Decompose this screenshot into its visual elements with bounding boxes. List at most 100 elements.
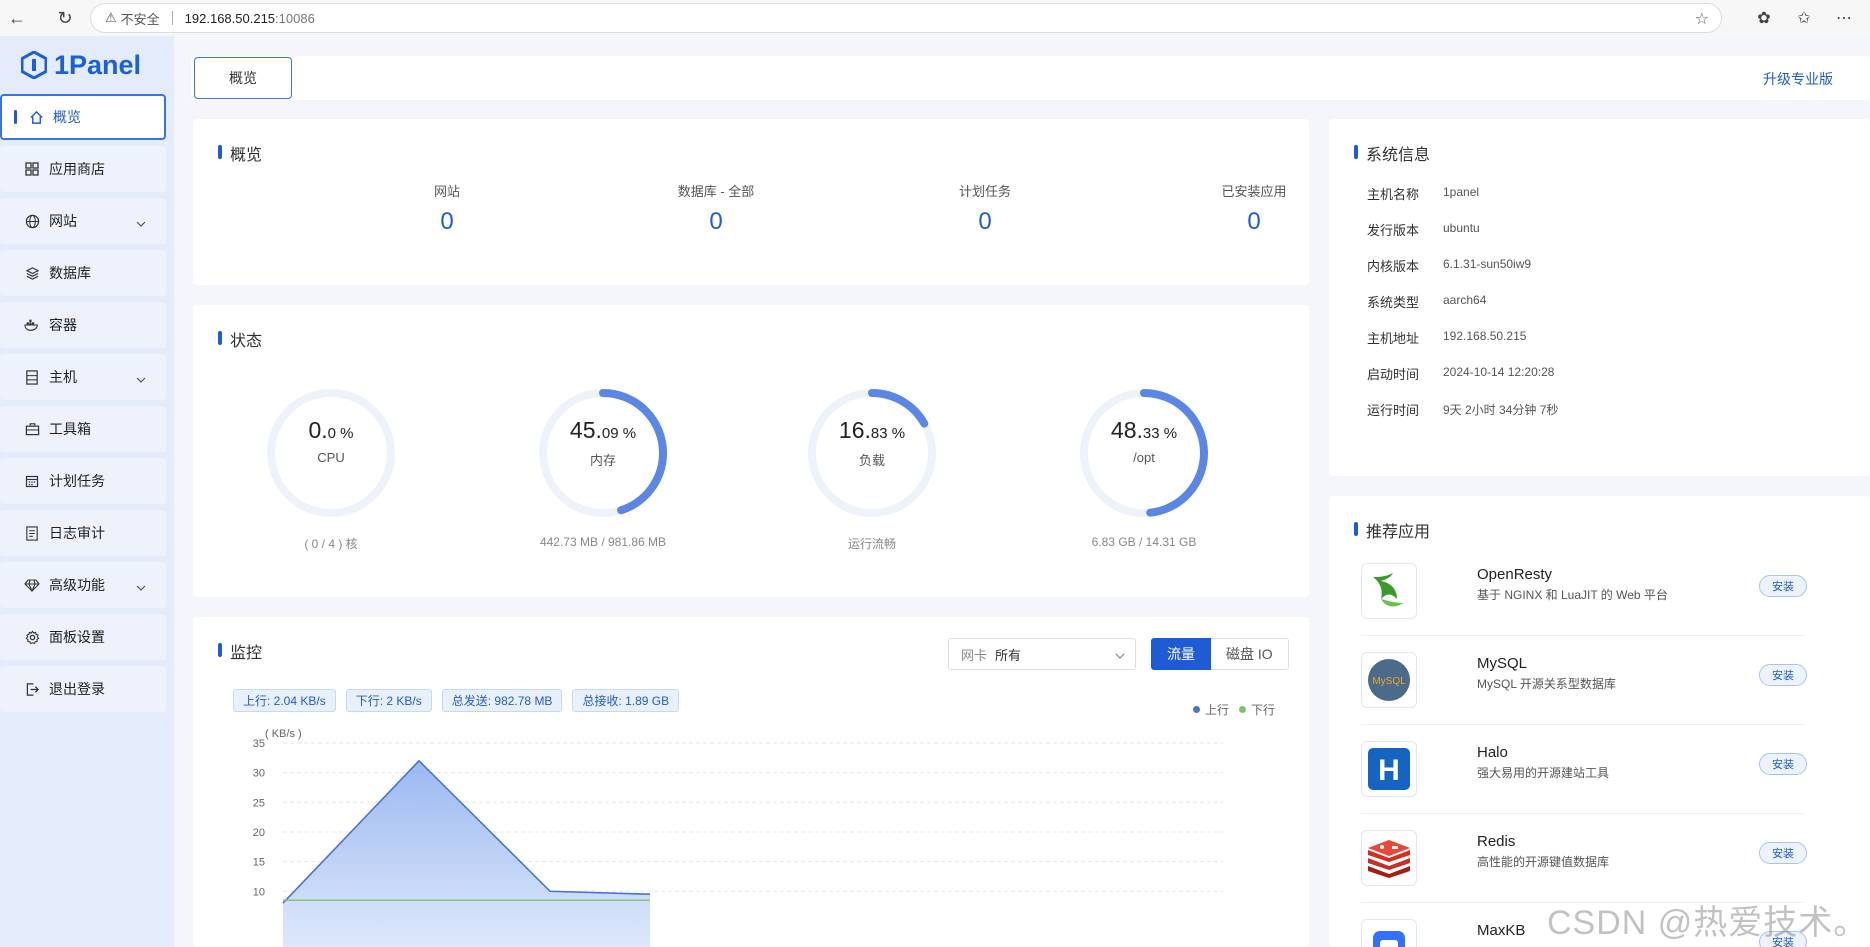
sidebar-item-logout[interactable]: 退出登录 [0, 666, 166, 712]
sysinfo-title: 系统信息 [1354, 141, 1430, 165]
sidebar-item-host[interactable]: 主机 [0, 354, 166, 400]
traffic-button[interactable]: 流量 [1151, 638, 1211, 670]
globe-icon [24, 213, 40, 229]
gauge-label: 负载 [858, 453, 885, 468]
sidebar-item-overview[interactable]: 概览 [0, 94, 166, 140]
grid-icon [24, 161, 40, 177]
install-button[interactable]: 安装 [1759, 575, 1807, 597]
gauge-load[interactable]: 16.83 % 负载 运行流畅 [802, 383, 942, 552]
sysinfo-row: 发行版本 ubuntu [1367, 221, 1480, 238]
sysinfo-row: 内核版本 6.1.31-sun50iw9 [1367, 257, 1532, 274]
openresty-icon [1361, 563, 1417, 619]
gauge-disk[interactable]: 48.33 % /opt 6.83 GB / 14.31 GB [1074, 383, 1214, 549]
sidebar-item-appstore[interactable]: 应用商店 [0, 146, 166, 192]
install-button[interactable]: 安装 [1759, 664, 1807, 686]
stat-upload-rate: 上行: 2.04 KB/s [233, 689, 336, 712]
sidebar-menu: 概览 应用商店 网站 数据库 容器 主机 工具箱 计划任务 日志审计 高级功能 … [0, 94, 174, 712]
home-icon [28, 109, 44, 125]
upgrade-pro-link[interactable]: 升级专业版 [1763, 69, 1833, 89]
install-button[interactable]: 安装 [1759, 753, 1807, 775]
sysinfo-row: 主机名称 1panel [1367, 185, 1480, 202]
logo-icon [20, 50, 48, 80]
apps-card: 推荐应用 OpenResty 基于 NGINX 和 LuaJIT 的 Web 平… [1329, 496, 1870, 947]
legend-up[interactable]: 上行 [1193, 701, 1229, 718]
gauge-label: 内存 [589, 453, 616, 468]
mysql-icon: MySQL [1361, 652, 1417, 708]
series-area-up [283, 760, 650, 947]
sidebar-item-toolbox[interactable]: 工具箱 [0, 406, 166, 452]
status-card: 状态 0.0 % CPU ( 0 / 4 ) 核 45.09 % 内存 442.… [193, 305, 1309, 597]
monitor-card: 监控 网卡 所有 流量 磁盘 IO 上行: 2.04 KB/s 下行: 2 KB… [193, 617, 1309, 947]
apps-title: 推荐应用 [1354, 518, 1430, 542]
calendar-icon [24, 473, 40, 489]
gear-icon [24, 629, 40, 645]
star-icon[interactable]: ☆ [1695, 9, 1709, 29]
redis-icon [1361, 830, 1417, 886]
gauge-value: 0.0 % [308, 417, 354, 443]
halo-icon: H [1361, 741, 1417, 797]
overview-cron[interactable]: 计划任务 0 [885, 181, 1085, 236]
y-tick-label: 10 [253, 886, 265, 898]
diamond-icon [24, 577, 40, 593]
sidebar-item-container[interactable]: 容器 [0, 302, 166, 348]
y-tick-label: 15 [253, 857, 265, 869]
svg-text:MySQL: MySQL [1372, 676, 1406, 687]
monitor-title: 监控 [218, 639, 262, 663]
svg-text:H: H [1378, 754, 1400, 787]
nic-select[interactable]: 网卡 所有 [948, 638, 1136, 670]
install-button[interactable]: 安装 [1759, 842, 1807, 864]
app-openresty: OpenResty 基于 NGINX 和 LuaJIT 的 Web 平台 安装 [1361, 548, 1807, 636]
gauge-footnote: 运行流畅 [847, 537, 896, 551]
gauge-footnote: 442.73 MB / 981.86 MB [539, 535, 667, 549]
sidebar-item-cron[interactable]: 计划任务 [0, 458, 166, 504]
layers-icon [24, 265, 40, 281]
browser-actions: ✿ ✩ ⋯ [1752, 3, 1870, 33]
overview-database[interactable]: 数据库 - 全部 0 [616, 181, 816, 236]
chevron-down-icon [136, 578, 146, 594]
address-bar[interactable]: ⚠ 不安全 192.168.50.215:10086 ☆ [90, 3, 1722, 33]
sidebar-item-database[interactable]: 数据库 [0, 250, 166, 296]
sidebar-item-advanced[interactable]: 高级功能 [0, 562, 166, 608]
y-tick-label: 35 [253, 738, 265, 750]
sysinfo-row: 启动时间 2024-10-14 12:20:28 [1367, 365, 1555, 382]
overview-card: 概览 网站 0 数据库 - 全部 0 计划任务 0 已安装应用 0 [193, 119, 1309, 285]
sidebar: 1Panel 概览 应用商店 网站 数据库 容器 主机 工具箱 计划任务 日志审… [0, 36, 174, 947]
sysinfo-row: 系统类型 aarch64 [1367, 293, 1487, 310]
legend-down[interactable]: 下行 [1239, 701, 1275, 718]
more-icon[interactable]: ⋯ [1832, 3, 1856, 33]
gauge-memory[interactable]: 45.09 % 内存 442.73 MB / 981.86 MB [533, 383, 673, 549]
gauge-label: CPU [317, 450, 345, 465]
favorites-icon[interactable]: ✩ [1792, 3, 1816, 33]
app-halo: H Halo 强大易用的开源建站工具 安装 [1361, 726, 1807, 814]
reload-icon[interactable]: ↻ [50, 3, 80, 33]
monitor-type-toggle: 流量 磁盘 IO [1151, 638, 1289, 670]
disk-io-button[interactable]: 磁盘 IO [1211, 638, 1289, 670]
tab-overview[interactable]: 概览 [194, 57, 292, 99]
browser-toolbar: ← ↻ ⚠ 不安全 192.168.50.215:10086 ☆ ✿ ✩ ⋯ [0, 0, 1870, 36]
overview-installed-apps[interactable]: 已安装应用 0 [1154, 181, 1354, 236]
y-tick-label: 20 [253, 827, 265, 839]
gauge-footnote: 6.83 GB / 14.31 GB [1091, 535, 1197, 549]
sidebar-item-website[interactable]: 网站 [0, 198, 166, 244]
gauge-value: 45.09 % [569, 417, 637, 443]
warning-icon: ⚠ [105, 10, 117, 25]
app-redis: Redis 高性能的开源键值数据库 安装 [1361, 815, 1807, 903]
gauge-footnote: ( 0 / 4 ) 核 [304, 537, 358, 551]
back-icon[interactable]: ← [2, 3, 32, 33]
sidebar-item-settings[interactable]: 面板设置 [0, 614, 166, 660]
y-tick-label: 25 [253, 797, 265, 809]
sysinfo-card: 系统信息 主机名称 1panel 发行版本 ubuntu 内核版本 6.1.31-su… [1329, 119, 1870, 476]
sidebar-item-logs[interactable]: 日志审计 [0, 510, 166, 556]
logo[interactable]: 1Panel [0, 36, 174, 94]
extensions-icon[interactable]: ✿ [1752, 3, 1776, 33]
sysinfo-row: 主机地址 192.168.50.215 [1367, 329, 1527, 346]
toolbox-icon [24, 421, 40, 437]
log-icon [24, 525, 40, 541]
insecure-indicator[interactable]: ⚠ 不安全 [105, 9, 160, 28]
gauge-cpu[interactable]: 0.0 % CPU ( 0 / 4 ) 核 [261, 383, 401, 552]
overview-title: 概览 [218, 141, 262, 165]
sysinfo-row: 运行时间 9天 2小时 34分钟 7秒 [1367, 403, 1559, 418]
y-axis-label: ( KB/s ) [265, 728, 302, 740]
overview-website[interactable]: 网站 0 [347, 181, 547, 236]
chevron-down-icon [136, 214, 146, 230]
